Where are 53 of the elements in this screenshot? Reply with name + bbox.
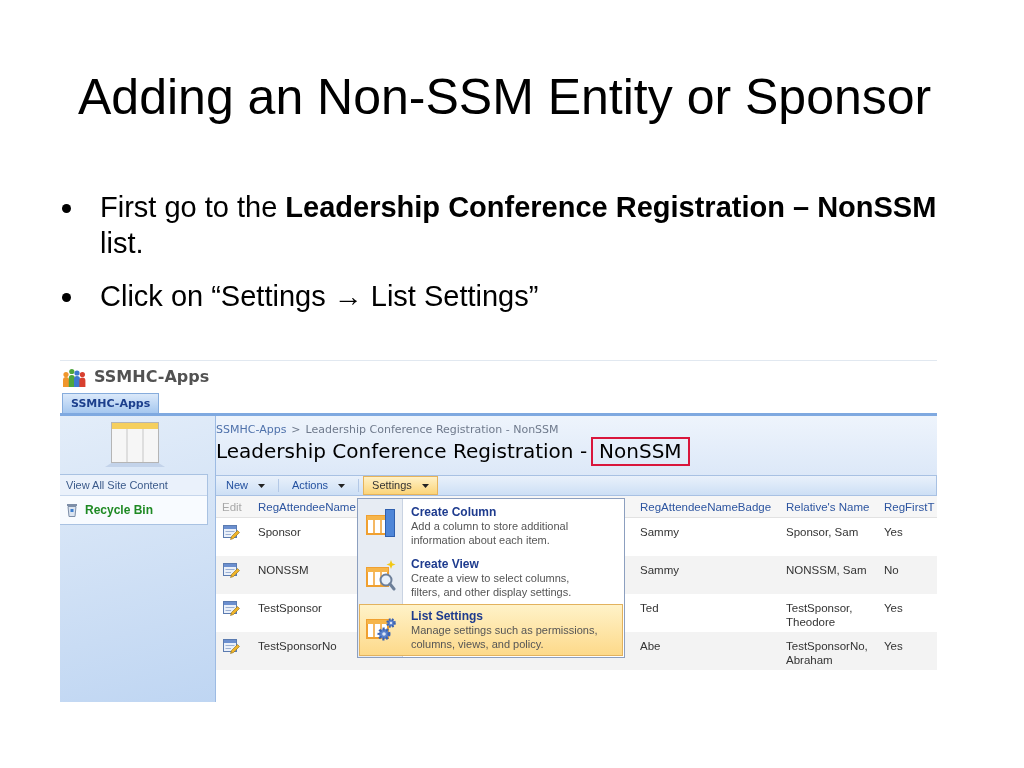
table-cell: TestSponsor	[258, 601, 322, 615]
menu-item[interactable]: Create View Create a view to select columns, filters, and other display settings.	[359, 552, 623, 604]
caret-icon	[421, 483, 429, 488]
bullet-icon	[62, 204, 71, 213]
list-title: Leadership Conference Registration -	[216, 439, 588, 464]
people-logo-icon	[62, 367, 86, 387]
site-title: SSMHC-Apps	[94, 367, 210, 387]
table-cell: NONSSM	[258, 563, 309, 577]
bullet-text: Click on “Settings → List Settings”	[100, 279, 540, 314]
edit-icon[interactable]	[222, 562, 240, 578]
column-header[interactable]: RegAttendeeName	[258, 500, 356, 514]
nav-link[interactable]: View All Site Content	[60, 475, 207, 496]
slide-title: Adding an Non-SSM Entity or Sponsor	[78, 68, 932, 127]
table-cell: Sponsor, Sam	[786, 525, 859, 539]
column-header[interactable]: Relative's Name	[786, 500, 870, 514]
table-cell-text: TestSponsorNo, Abraham	[786, 639, 869, 667]
caret-icon	[338, 483, 346, 488]
table-cell: NONSSM, Sam	[786, 563, 867, 577]
trash-icon	[66, 503, 78, 517]
highlighted-title-part: NonSSM	[591, 437, 690, 466]
breadcrumb-separator: >	[291, 423, 301, 437]
toolbar-menu-button[interactable]: New	[217, 476, 274, 495]
menu-item[interactable]: List Settings Manage settings such as permissions, columns, views, and policy.	[359, 604, 623, 656]
table-cell: Yes	[884, 525, 903, 539]
table-cell: Sammy	[640, 525, 679, 539]
table-cell: Sponsor	[258, 525, 301, 539]
menu-item[interactable]: Create Column Add a column to store additional information about each item.	[359, 500, 623, 552]
table-cell: Yes	[884, 601, 903, 615]
breadcrumb-current: Leadership Conference Registration - NonSSM	[305, 423, 559, 437]
site-tab[interactable]: SSMHC-Apps	[62, 393, 160, 413]
toolbar-menu-button[interactable]: Actions	[283, 476, 355, 495]
table-magnifier-icon	[365, 559, 397, 591]
list-icon	[105, 421, 165, 467]
table-cell: Sammy	[640, 563, 679, 577]
table-cell: No	[884, 563, 899, 577]
edit-icon[interactable]	[222, 600, 240, 616]
toolbar-menu-button[interactable]: Settings	[363, 476, 438, 495]
breadcrumb-link[interactable]: SSMHC-Apps	[216, 423, 287, 437]
edit-icon[interactable]	[222, 524, 240, 540]
caret-icon	[258, 483, 265, 488]
bullet-icon	[62, 293, 71, 302]
column-header[interactable]: RegAttendeeNameBadge	[640, 500, 772, 514]
table-cell: Ted	[640, 601, 659, 615]
column-header: Edit	[222, 500, 242, 514]
table-cell: TestSponsorNo	[258, 639, 337, 653]
recycle-bin-link[interactable]: Recycle Bin	[60, 496, 207, 524]
column-header[interactable]: RegFirstT	[884, 500, 935, 514]
table-cell-text: TestSponsor, Theodore	[786, 601, 854, 629]
table-cell: Abe	[640, 639, 661, 653]
table-cell: Yes	[884, 639, 903, 653]
table-column-icon	[365, 507, 397, 539]
bullet-text: First go to the Leadership Conference Registration – NonSSM list.	[100, 190, 938, 261]
edit-icon[interactable]	[222, 638, 240, 654]
